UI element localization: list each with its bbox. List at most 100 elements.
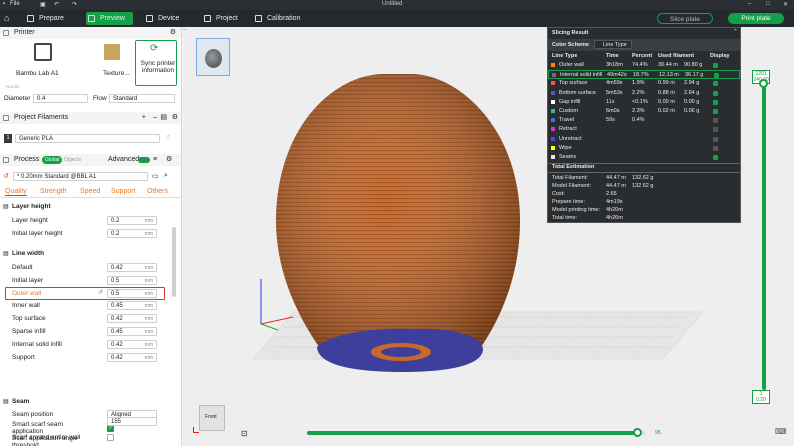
setting-value-field[interactable]: 0.2 mm — [107, 216, 157, 225]
table-row[interactable]: Gap infill 11s <0.1% 0.00 m 0.00 g — [548, 98, 740, 107]
tab-speed[interactable]: Speed — [80, 188, 100, 195]
estimation-value: 4h20m — [606, 207, 623, 213]
printer-section-header: Printer ⚙ — [0, 27, 181, 39]
layer-height-title: Layer height — [12, 203, 51, 210]
display-checkbox[interactable] — [713, 81, 718, 87]
app-logo-icon: ▪ — [3, 1, 6, 7]
setting-value-field[interactable]: 0.42 mm — [107, 352, 157, 362]
tab-support[interactable]: Support — [111, 188, 136, 195]
setting-value-field[interactable]: 0.45 mm — [107, 327, 157, 336]
table-row[interactable]: Retract — [548, 125, 740, 134]
search-icon[interactable]: ⌕ — [164, 172, 168, 180]
keyboard-shortcuts-icon[interactable]: ⌨ — [775, 427, 787, 436]
move-slider-track[interactable] — [307, 428, 645, 437]
sync-printer-button[interactable]: ⟳ Sync printer information — [135, 40, 177, 86]
setting-value-field[interactable]: 0.5 mm — [107, 275, 157, 285]
print-plate-button[interactable]: Print plate — [728, 13, 784, 24]
display-checkbox[interactable] — [713, 118, 718, 124]
tab-project[interactable]: Project — [202, 12, 238, 25]
display-checkbox[interactable] — [713, 90, 718, 96]
display-checkbox[interactable] — [713, 127, 718, 133]
file-menu[interactable]: File — [10, 1, 20, 7]
minimize-icon[interactable]: – — [748, 1, 751, 7]
display-checkbox[interactable] — [713, 63, 718, 68]
scarf-entire-wall-checkbox[interactable] — [107, 434, 114, 441]
redo-icon[interactable]: ↷ — [72, 1, 77, 8]
table-row[interactable]: Wipe — [548, 144, 740, 153]
layer-slider-top-thumb[interactable] — [759, 79, 768, 88]
table-row[interactable]: Outer wall 3h18m 74.4% 30.44 m 90.80 g — [548, 61, 740, 70]
tab-calibration[interactable]: Calibration — [253, 12, 300, 25]
process-settings-icon[interactable]: ⚙ — [166, 154, 172, 166]
setting-value: 0.42 — [111, 354, 123, 361]
table-row[interactable]: Custom 6m0s 2.3% 0.02 m 0.06 g — [548, 107, 740, 116]
display-checkbox[interactable] — [714, 73, 719, 79]
remove-filament-icon[interactable]: – — [153, 112, 157, 124]
tab-preview[interactable]: Preview — [86, 12, 133, 25]
table-row[interactable]: Unretract — [548, 135, 740, 144]
table-row[interactable]: Seams — [548, 153, 740, 162]
tab-prepare[interactable]: Prepare — [25, 12, 64, 25]
setting-value-field[interactable]: 0.42 mm — [107, 314, 157, 324]
process-tabs: Quality Strength Speed Support Others — [0, 186, 181, 198]
time-value: 6m0s — [606, 108, 620, 114]
process-compare-icon[interactable]: ≡ — [153, 154, 157, 166]
layer-height-icon: ▤ — [3, 204, 9, 210]
filament-edit-preset-icon[interactable]: ◌ — [166, 134, 170, 141]
plate-selector[interactable]: Texture... — [94, 41, 134, 85]
collapse-result-icon[interactable]: ⌃ — [733, 29, 738, 35]
table-row[interactable]: Internal solid infill 49m42s 18.7% 12.13 m 3… — [548, 70, 740, 80]
global-toggle[interactable]: Global — [42, 156, 63, 164]
display-checkbox[interactable] — [713, 136, 718, 142]
table-header-3: Used filament — [658, 53, 695, 59]
advanced-toggle[interactable] — [138, 157, 150, 163]
preset-modified-icon: ↺ — [3, 173, 9, 180]
home-icon[interactable]: ⌂ — [4, 13, 9, 23]
tab-quality[interactable]: Quality — [5, 188, 27, 196]
close-icon[interactable]: ✕ — [783, 1, 788, 8]
undo-icon[interactable]: ↶ — [54, 1, 59, 8]
slice-plate-button[interactable]: Slice plate — [657, 13, 713, 24]
maximize-icon[interactable]: □ — [766, 1, 770, 7]
percent-value: 1.9% — [632, 80, 645, 87]
layer-slider-track[interactable] — [762, 84, 766, 390]
settings-scrollbar[interactable] — [172, 227, 176, 297]
filament-slot-badge: 1 — [4, 134, 12, 143]
printer-selector[interactable]: Bambu Lab A1 — [16, 41, 72, 85]
filament-settings-icon[interactable]: ⚙ — [172, 112, 178, 124]
tab-strength[interactable]: Strength — [40, 188, 66, 195]
process-preset-select[interactable]: * 0.20mm Standard @BBL A1 — [13, 172, 148, 181]
setting-value-field[interactable]: 0.5 mm — [107, 288, 157, 298]
setting-label: Initial layer — [12, 276, 44, 284]
fit-view-icon[interactable]: ⊡ — [241, 429, 248, 438]
setting-value-field[interactable]: 0.42 mm — [107, 339, 157, 349]
smart-scarf-checkbox[interactable]: ✓ — [107, 425, 114, 432]
table-row[interactable]: Travel 59s 0.4% — [548, 116, 740, 125]
filament-edit-icon[interactable]: ▤ — [160, 112, 167, 124]
printer-settings-icon[interactable]: ⚙ — [170, 27, 176, 39]
display-checkbox[interactable] — [713, 145, 718, 151]
setting-value-field[interactable]: 0.2 mm — [107, 229, 157, 238]
table-row[interactable]: Top surface 4m59s 1.9% 0.99 m 2.94 g — [548, 79, 740, 88]
save-icon[interactable]: ▣ — [40, 1, 46, 8]
display-checkbox[interactable] — [713, 109, 718, 114]
setting-value-field[interactable]: 0.42 mm — [107, 263, 157, 272]
filament-select[interactable]: Generic PLA — [15, 134, 160, 143]
setting-value: 0.42 — [111, 265, 123, 271]
line-type-color-swatch — [551, 99, 555, 104]
diameter-select[interactable]: 0.4 — [33, 94, 88, 103]
view-cube[interactable]: Front — [193, 405, 225, 435]
tab-others[interactable]: Others — [147, 188, 168, 195]
objects-toggle[interactable]: Objects — [64, 156, 81, 164]
flow-select[interactable]: Standard — [109, 94, 175, 103]
reset-value-icon[interactable]: ↺ — [98, 289, 103, 296]
scarf-angle-field[interactable]: 155 — [107, 417, 157, 426]
setting-value-field[interactable]: 0.45 mm — [107, 301, 157, 311]
add-filament-icon[interactable]: + — [142, 112, 146, 124]
tab-device[interactable]: Device — [144, 12, 179, 25]
display-checkbox[interactable] — [713, 99, 718, 105]
display-checkbox[interactable] — [713, 155, 718, 160]
table-row[interactable]: Bottom surface 5m53s 2.2% 0.88 m 2.64 g — [548, 89, 740, 98]
color-scheme-select[interactable]: Line Type — [594, 40, 632, 49]
save-preset-icon[interactable]: ▭ — [152, 172, 159, 180]
